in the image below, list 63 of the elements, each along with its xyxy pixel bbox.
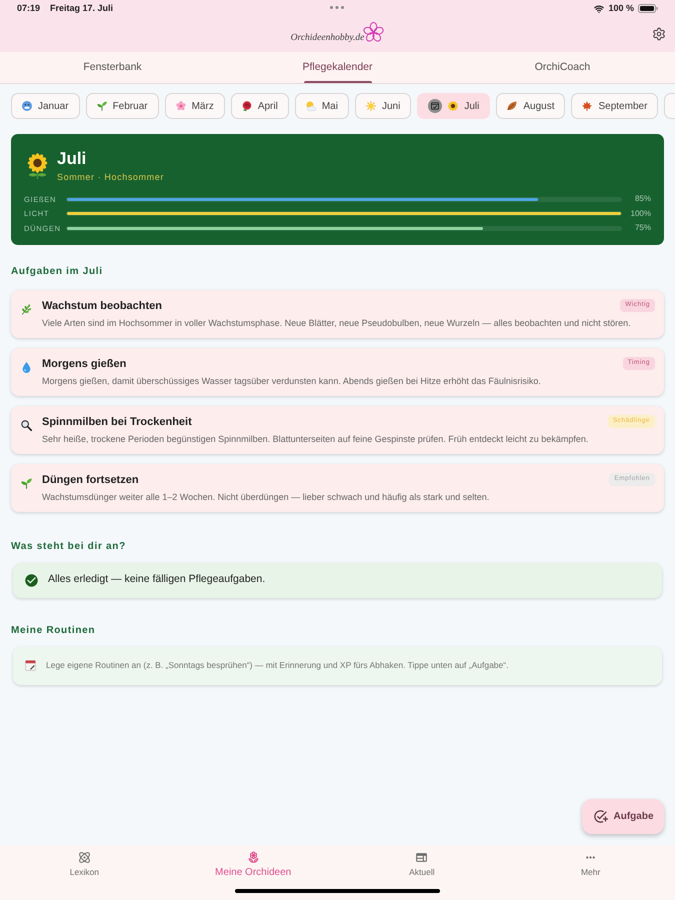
logo-text: Orchideenhobby.de <box>290 32 364 44</box>
routine-hint: Lege eigene Routinen an (z. B. „Sonntags besprühen“) — mit Erinnerung und XP fürs Abhaken. Tippe unten auf „Aufgabe“. <box>46 659 508 672</box>
task-description: Morgens gießen, damit überschüssiges Wasser tagsüber verdunsten kann. Abends gießen bei Hitze erhöht das Fäulnisrisiko. <box>42 374 542 386</box>
task-description: Wachstumsdünger weiter alle 1–2 Wochen. Nicht überdüngen — lieber schwach und häufig als stark und selten. <box>42 490 490 502</box>
status-time: 07:19 <box>17 2 40 15</box>
task-title: Wachstum beobachten <box>42 298 162 312</box>
battery-icon <box>638 4 658 13</box>
meter-reading: 85% <box>634 193 651 206</box>
battery-percentage: 100 % <box>608 2 634 15</box>
maple-leaf-icon <box>582 101 592 111</box>
settings-icon[interactable] <box>652 27 666 41</box>
rose-icon <box>242 101 252 111</box>
fallen-leaf-icon <box>507 101 518 111</box>
droplet-icon <box>21 362 32 372</box>
flower-icon <box>246 851 260 864</box>
atom-icon <box>78 851 91 864</box>
herb-icon <box>21 304 32 314</box>
calendar-check-icon <box>428 99 442 113</box>
cold-face-icon <box>22 101 32 111</box>
month-chip[interactable]: Juli <box>417 93 490 119</box>
calendar-icon <box>25 660 36 671</box>
season-subtitle: Sommer · Hochsommer <box>57 171 164 183</box>
seedling-icon <box>21 478 32 488</box>
month-chip[interactable]: Mai <box>294 93 349 119</box>
sunflower-icon <box>448 101 458 111</box>
layout-icon <box>415 851 428 864</box>
month-chip[interactable]: Januar <box>11 93 80 119</box>
tab[interactable]: Pflegekalender <box>225 52 450 83</box>
month-chip[interactable]: Juni <box>354 93 412 119</box>
magnifier-icon <box>21 420 32 430</box>
section-heading: Was steht bei dir an? <box>11 540 126 552</box>
meter-reading: 100% <box>630 208 651 220</box>
month-chip[interactable]: August <box>496 93 566 119</box>
nav-item[interactable]: Aktuell <box>338 851 506 878</box>
meter-reading: 75% <box>634 222 651 234</box>
task-title: Düngen fortsetzen <box>42 472 139 486</box>
task-title: Spinnmilben bei Trockenheit <box>42 414 192 428</box>
nav-item[interactable]: Mehr <box>506 851 675 878</box>
add-task-icon <box>592 809 608 824</box>
flower-logo-icon <box>363 22 384 42</box>
task-description: Sehr heiße, trockene Perioden begünstigen Spinnmilben. Blattunterseiten auf feine Gespinste prüfen. Früh entdeckt leicht zu bekämpfen. <box>42 432 590 444</box>
nav-item[interactable]: Lexikon <box>0 851 169 878</box>
sun-icon <box>366 101 376 111</box>
status-message: Alles erledigt — keine fälligen Pflegeaufgaben. <box>48 572 266 588</box>
blossom-icon <box>176 101 186 111</box>
multitasking-dots-icon[interactable] <box>330 6 344 9</box>
wifi-icon <box>594 4 604 14</box>
task-title: Morgens gießen <box>42 356 126 370</box>
sun-cloud-icon <box>306 101 316 111</box>
tab[interactable]: Fensterbank <box>0 52 225 83</box>
section-heading: Meine Routinen <box>11 624 96 636</box>
tab[interactable]: OrchiCoach <box>450 52 675 83</box>
add-task-button[interactable]: Aufgabe <box>582 799 664 834</box>
month-chip[interactable]: September <box>571 93 658 119</box>
status-date: Freitag 17. Juli <box>50 2 114 15</box>
sunflower-icon <box>27 153 48 179</box>
month-chip[interactable]: April <box>230 93 289 119</box>
month-chip[interactable]: März <box>164 93 225 119</box>
task-description: Viele Arten sind im Hochsommer in voller Wachstumsphase. Neue Blätter, neue Pseudobulben, neue Wurzeln — alles beobachten und nicht stören. <box>42 316 632 328</box>
month-title: Juli <box>57 149 88 169</box>
section-heading: Aufgaben im Juli <box>11 266 103 278</box>
month-chip[interactable]: Februar <box>86 93 159 119</box>
seedling-icon <box>96 101 107 111</box>
